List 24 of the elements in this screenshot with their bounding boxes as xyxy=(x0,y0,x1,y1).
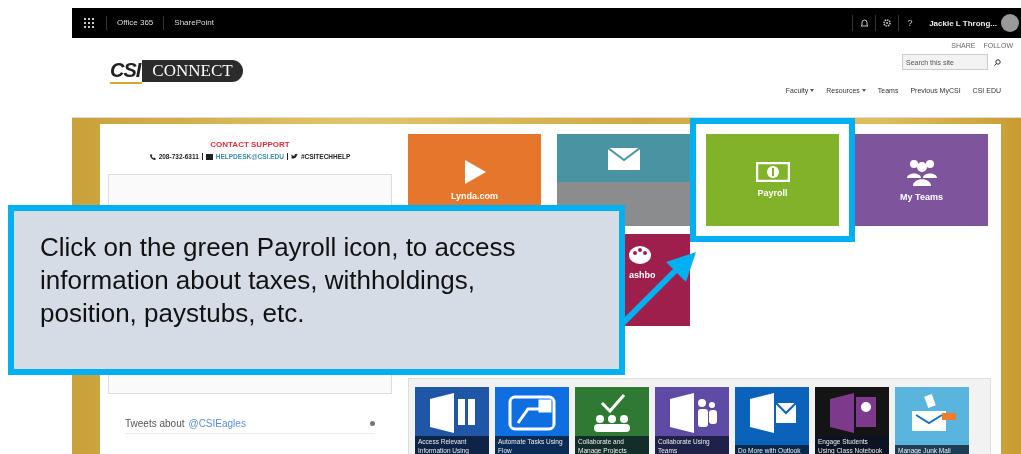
tweets-heading: Tweets about xyxy=(125,418,185,429)
top-bar-link[interactable]: SharePoint xyxy=(163,16,224,30)
caret-icon xyxy=(810,89,815,92)
flow-icon xyxy=(506,393,558,433)
settings-icon[interactable] xyxy=(883,19,892,27)
top-bar-link[interactable]: Office 365 xyxy=(106,16,164,30)
play-icon xyxy=(462,159,487,185)
app-tile[interactable]: My Teams xyxy=(855,134,988,226)
search-icon[interactable] xyxy=(994,58,1001,66)
people-icon xyxy=(904,158,939,186)
bird-icon xyxy=(290,153,298,160)
bell-icon[interactable] xyxy=(860,19,868,27)
twitter-handle-link[interactable]: @CSIEagles xyxy=(188,418,246,429)
help-link[interactable]: ? xyxy=(898,15,922,31)
avatar-icon[interactable] xyxy=(1001,14,1019,32)
phone-icon xyxy=(149,153,156,160)
dot-icon xyxy=(370,421,375,426)
app-launcher-icon[interactable] xyxy=(84,18,94,28)
callout-tooltip: Click on the green Payroll icon, to access information about taxes, withholdings, position, paystubs, etc. xyxy=(8,205,625,375)
palette-icon xyxy=(629,246,651,264)
user-name[interactable]: Jackie L Throng... xyxy=(921,18,1001,28)
caret-icon xyxy=(861,89,866,92)
banknote-icon xyxy=(755,162,790,182)
contact-title: CONTACT SUPPORT xyxy=(210,140,290,149)
